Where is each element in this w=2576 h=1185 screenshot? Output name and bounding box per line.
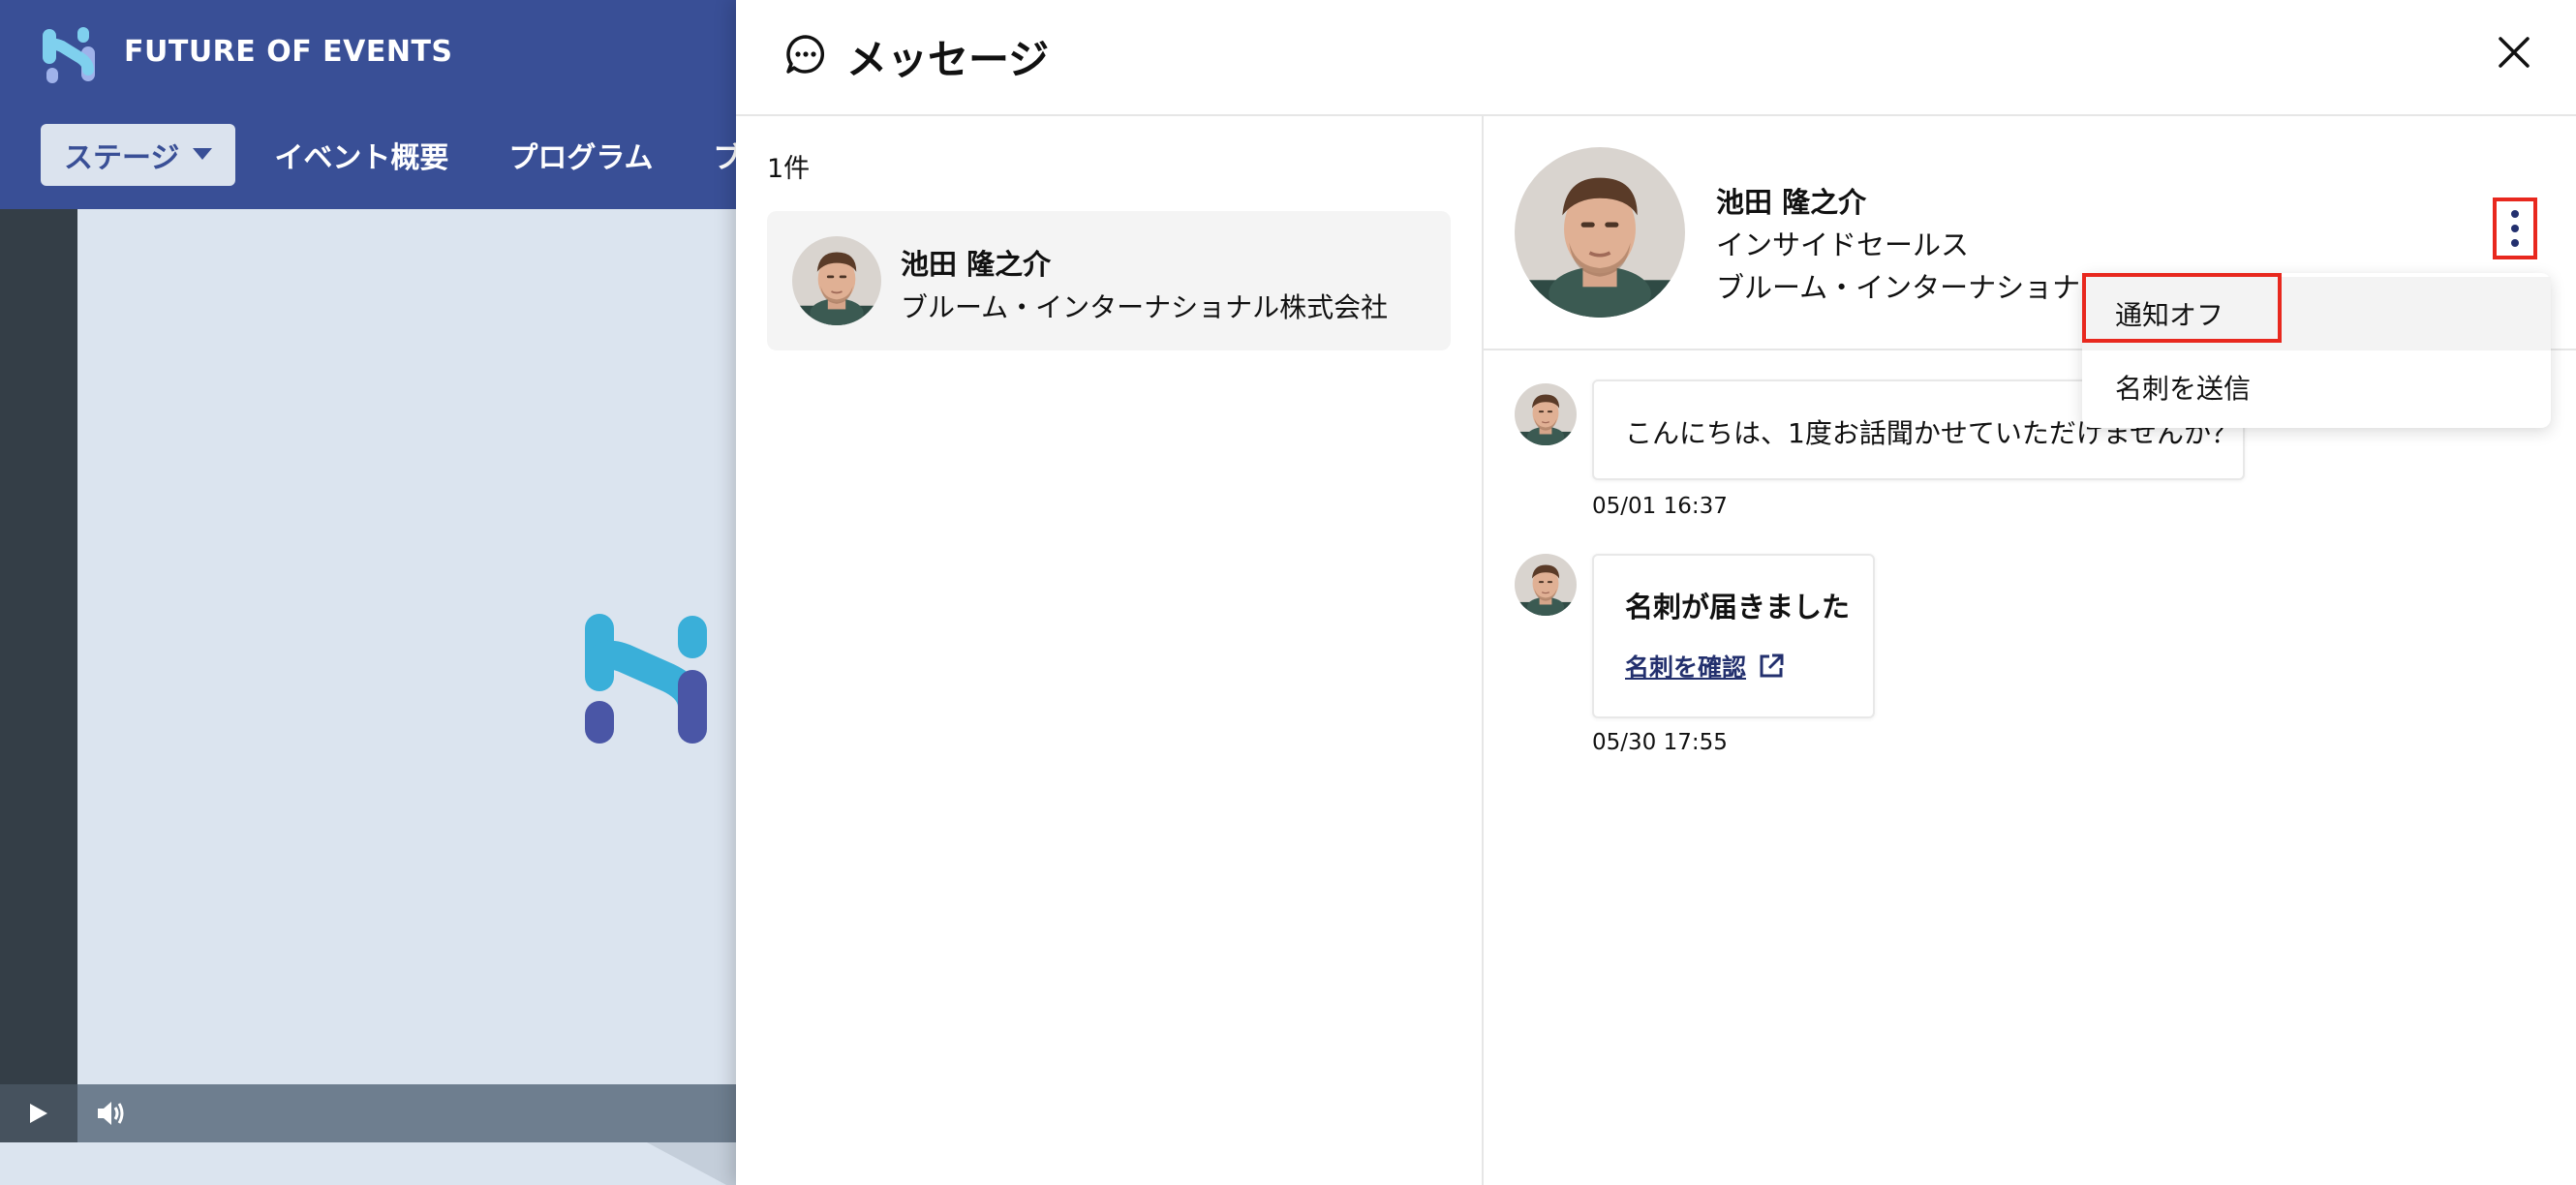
conversation-item[interactable]: 池田 隆之介 ブルーム・インターナショナル株式会社 bbox=[767, 211, 1451, 350]
stage-logo-icon bbox=[585, 614, 707, 744]
volume-icon[interactable] bbox=[95, 1098, 126, 1129]
conversation-name: 池田 隆之介 bbox=[901, 248, 1052, 281]
drawer-title: メッセージ bbox=[846, 36, 1050, 83]
caret-down-icon bbox=[193, 148, 213, 160]
chat-bubble-icon bbox=[786, 35, 825, 74]
avatar bbox=[792, 236, 881, 325]
conversation-count: 1件 bbox=[767, 154, 811, 184]
app-header: FUTURE OF EVENTS ステージ イベント概要 プログラム ブー bbox=[0, 0, 736, 209]
message-timestamp: 05/30 17:55 bbox=[1592, 730, 1728, 755]
nav-stage-label: ステージ bbox=[64, 141, 180, 175]
business-card-message: 名刺が届きました 名刺を確認 bbox=[1592, 554, 1875, 718]
stage-video-area bbox=[0, 209, 736, 1185]
conversation-list: 1件 池田 隆之介 ブルーム・インターナショナル株式会社 bbox=[736, 116, 1484, 1185]
nav-stage-dropdown[interactable]: ステージ bbox=[41, 124, 236, 186]
view-card-link[interactable]: 名刺を確認 bbox=[1625, 649, 1785, 684]
avatar bbox=[1515, 383, 1577, 445]
avatar bbox=[1515, 554, 1577, 616]
options-menu: 通知オフ 名刺を送信 bbox=[2082, 273, 2551, 428]
menu-item-notifications-off[interactable]: 通知オフ bbox=[2082, 277, 2551, 350]
close-icon[interactable] bbox=[2495, 33, 2533, 72]
nav-link-program[interactable]: プログラム bbox=[508, 134, 653, 176]
drawer-header: メッセージ bbox=[736, 0, 2576, 116]
contact-name: 池田 隆之介 bbox=[1716, 186, 1867, 219]
message-timestamp: 05/01 16:37 bbox=[1592, 494, 1728, 519]
more-vertical-icon bbox=[2511, 210, 2519, 218]
nav-link-overview[interactable]: イベント概要 bbox=[274, 134, 448, 176]
app-nav: ステージ イベント概要 プログラム ブー bbox=[41, 123, 736, 187]
stage-decoration bbox=[647, 1142, 736, 1185]
message-drawer: メッセージ 1件 池田 隆之介 ブルーム・インターナショナル株式会社 池田 隆之… bbox=[736, 0, 2576, 1185]
conversation-company: ブルーム・インターナショナル株式会社 bbox=[901, 291, 1389, 323]
contact-avatar bbox=[1515, 147, 1685, 318]
event-app-background: FUTURE OF EVENTS ステージ イベント概要 プログラム ブー bbox=[0, 0, 736, 1185]
contact-role: インサイドセールス bbox=[1716, 228, 1970, 261]
video-player-bar bbox=[0, 1084, 736, 1142]
play-button[interactable] bbox=[0, 1084, 77, 1142]
play-icon bbox=[30, 1104, 47, 1123]
view-card-link-label: 名刺を確認 bbox=[1625, 653, 1747, 682]
stage-sidebar bbox=[0, 209, 77, 1084]
external-link-icon bbox=[1760, 653, 1784, 678]
nav-link-booth[interactable]: ブー bbox=[714, 134, 736, 176]
menu-item-send-card[interactable]: 名刺を送信 bbox=[2082, 350, 2551, 424]
card-title: 名刺が届きました bbox=[1625, 591, 1851, 623]
more-options-button[interactable] bbox=[2493, 198, 2537, 259]
brand-logo-icon bbox=[43, 27, 95, 83]
brand-name: FUTURE OF EVENTS bbox=[124, 35, 453, 69]
